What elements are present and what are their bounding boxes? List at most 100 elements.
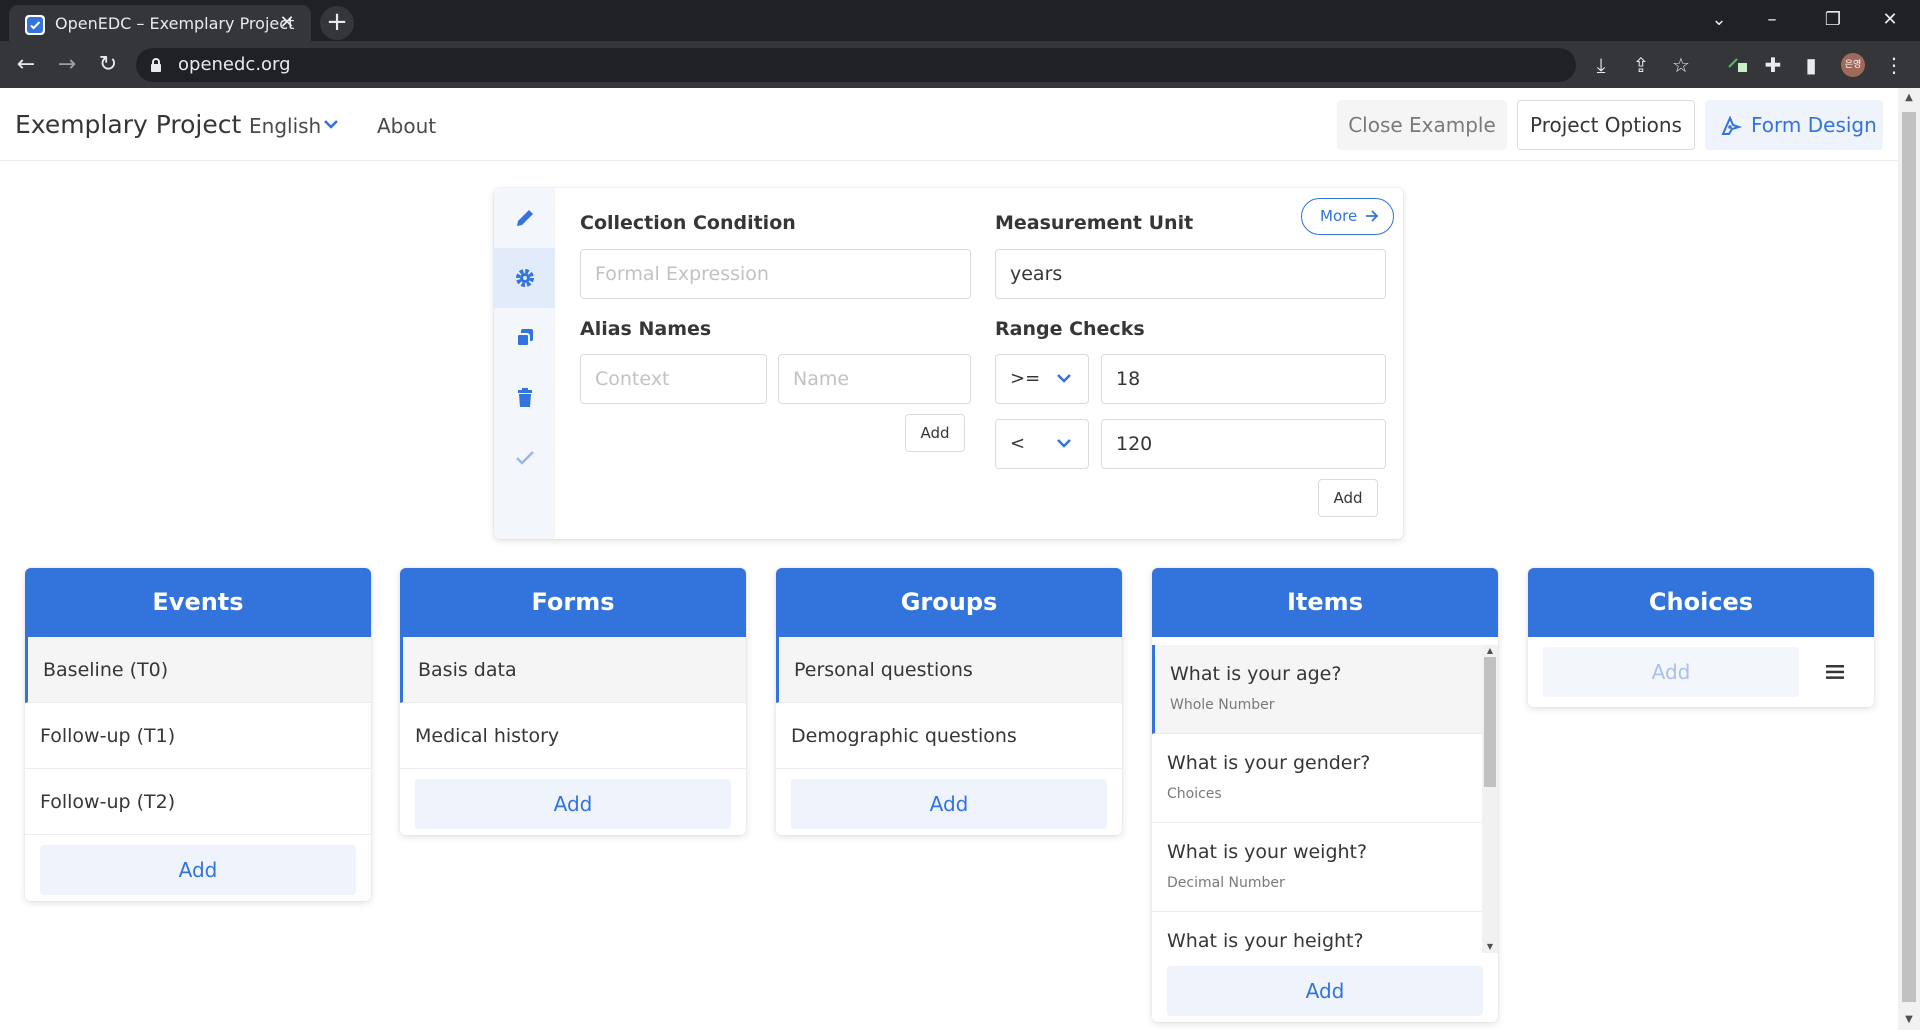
items-scroll-down-icon[interactable]: ▼ (1482, 941, 1498, 953)
items-list[interactable]: What is your age? Whole Number What is y… (1152, 637, 1498, 957)
collection-condition-label: Collection Condition (580, 212, 796, 234)
tab-title: OpenEDC – Exemplary Project (55, 14, 295, 33)
add-event-button[interactable]: Add (40, 845, 356, 895)
bookmark-star-icon[interactable]: ☆ (1667, 51, 1695, 79)
minimize-icon[interactable]: – (1760, 8, 1784, 32)
copy-icon (516, 329, 533, 347)
alias-context-input[interactable]: Context (580, 354, 767, 404)
more-button[interactable]: More (1301, 198, 1394, 235)
item-question: What is your weight? (1167, 841, 1368, 863)
item-row[interactable]: What is your weight? Decimal Number (1152, 823, 1482, 912)
restore-icon[interactable]: ❐ (1821, 8, 1845, 32)
items-scrollbar-thumb[interactable] (1484, 657, 1496, 787)
side-tab-edit[interactable] (494, 188, 555, 248)
item-datatype: Decimal Number (1167, 875, 1285, 891)
project-title: Exemplary Project (15, 110, 242, 139)
range-operator-select[interactable]: >= (995, 354, 1089, 404)
items-add-area: Add (1152, 956, 1498, 1022)
event-row[interactable]: Follow-up (T2) (25, 769, 371, 835)
pencil-icon (517, 210, 533, 226)
side-tab-options[interactable] (494, 248, 555, 308)
chevron-down-icon[interactable] (323, 118, 339, 130)
events-header: Events (25, 568, 371, 637)
add-choice-button[interactable]: Add (1543, 647, 1799, 697)
form-row[interactable]: Medical history (400, 703, 746, 769)
browser-menu-icon[interactable]: ⋮ (1880, 51, 1908, 79)
menu-icon[interactable] (1826, 664, 1844, 680)
gear-icon (516, 269, 534, 287)
groups-header: Groups (776, 568, 1122, 637)
form-design-icon (1721, 115, 1742, 135)
choices-column: Choices Add (1528, 568, 1874, 707)
group-row[interactable]: Personal questions (776, 637, 1122, 703)
forms-add-area: Add (400, 769, 746, 835)
alias-name-input[interactable]: Name (778, 354, 971, 404)
group-row[interactable]: Demographic questions (776, 703, 1122, 769)
browser-tab[interactable]: OpenEDC – Exemplary Project ✕ (9, 5, 311, 41)
side-tab-save[interactable] (494, 428, 555, 488)
scroll-down-arrow-icon[interactable]: ▼ (1898, 1010, 1920, 1030)
page-scrollbar-thumb[interactable] (1902, 112, 1916, 1002)
window-close-icon[interactable]: ✕ (1878, 8, 1902, 32)
form-row[interactable]: Basis data (400, 637, 746, 703)
lock-icon (151, 58, 161, 72)
about-link[interactable]: About (377, 114, 436, 138)
add-item-button[interactable]: Add (1167, 966, 1483, 1016)
panel-side-tabs (494, 188, 555, 539)
profile-avatar[interactable]: 은영 (1841, 53, 1865, 77)
event-row[interactable]: Follow-up (T1) (25, 703, 371, 769)
tab-close-icon[interactable]: ✕ (277, 13, 297, 33)
side-panel-icon[interactable]: ▮ (1797, 51, 1825, 79)
form-design-button[interactable]: Form Design (1705, 100, 1883, 150)
forward-icon[interactable]: → (53, 51, 81, 79)
items-scroll-up-icon[interactable]: ▲ (1482, 645, 1498, 657)
choices-add-area: Add (1528, 637, 1874, 707)
address-bar[interactable]: openedc.org (136, 48, 1576, 82)
url-text: openedc.org (178, 54, 291, 75)
reload-icon[interactable]: ↻ (94, 51, 122, 79)
side-tab-duplicate[interactable] (494, 308, 555, 368)
range-value-input[interactable]: 120 (1101, 419, 1386, 469)
groups-add-area: Add (776, 769, 1122, 835)
range-value-input[interactable]: 18 (1101, 354, 1386, 404)
items-scrollbar[interactable]: ▲ ▼ (1482, 645, 1498, 953)
alias-names-label: Alias Names (580, 318, 712, 340)
page-scrollbar[interactable]: ▲ ▼ (1898, 88, 1920, 1030)
add-group-button[interactable]: Add (791, 779, 1107, 829)
side-tab-delete[interactable] (494, 368, 555, 428)
item-row[interactable]: What is your gender? Choices (1152, 734, 1482, 823)
language-selector[interactable]: English (249, 114, 321, 138)
add-form-button[interactable]: Add (415, 779, 731, 829)
range-operator-value: < (1010, 433, 1026, 454)
arrow-right-icon (1366, 210, 1379, 222)
tab-search-icon[interactable]: ⌄ (1707, 8, 1731, 32)
new-tab-button[interactable]: + (320, 6, 354, 40)
project-options-button[interactable]: Project Options (1517, 100, 1695, 150)
install-icon[interactable]: ⤓ (1587, 51, 1615, 79)
item-question: What is your gender? (1167, 752, 1371, 774)
item-row[interactable]: What is your height? (1152, 912, 1482, 957)
back-icon[interactable]: ← (12, 51, 40, 79)
more-label: More (1320, 207, 1358, 225)
close-example-button[interactable]: Close Example (1337, 100, 1507, 150)
item-options-panel: Collection Condition Formal Expression M… (494, 188, 1403, 539)
range-operator-select[interactable]: < (995, 419, 1089, 469)
range-checks-label: Range Checks (995, 318, 1145, 340)
items-column: Items What is your age? Whole Number Wha… (1152, 568, 1498, 1022)
share-icon[interactable]: ⇪ (1627, 51, 1655, 79)
groups-column: Groups Personal questions Demographic qu… (776, 568, 1122, 835)
chevron-down-icon (1057, 439, 1071, 448)
extensions-puzzle-icon[interactable]: ✚ (1759, 51, 1787, 79)
range-add-button[interactable]: Add (1318, 479, 1378, 517)
scroll-up-arrow-icon[interactable]: ▲ (1898, 88, 1920, 108)
collection-condition-input[interactable]: Formal Expression (580, 249, 971, 299)
measurement-unit-input[interactable]: years (995, 249, 1386, 299)
item-row[interactable]: What is your age? Whole Number (1152, 645, 1482, 734)
browser-tabstrip: OpenEDC – Exemplary Project ✕ + ⌄ – ❐ ✕ (0, 0, 1920, 41)
alias-add-button[interactable]: Add (905, 414, 965, 452)
item-datatype: Whole Number (1170, 697, 1275, 713)
trash-icon (518, 388, 532, 407)
events-column: Events Baseline (T0) Follow-up (T1) Foll… (25, 568, 371, 901)
event-row[interactable]: Baseline (T0) (25, 637, 371, 703)
extension-status-icon[interactable] (1723, 51, 1751, 79)
